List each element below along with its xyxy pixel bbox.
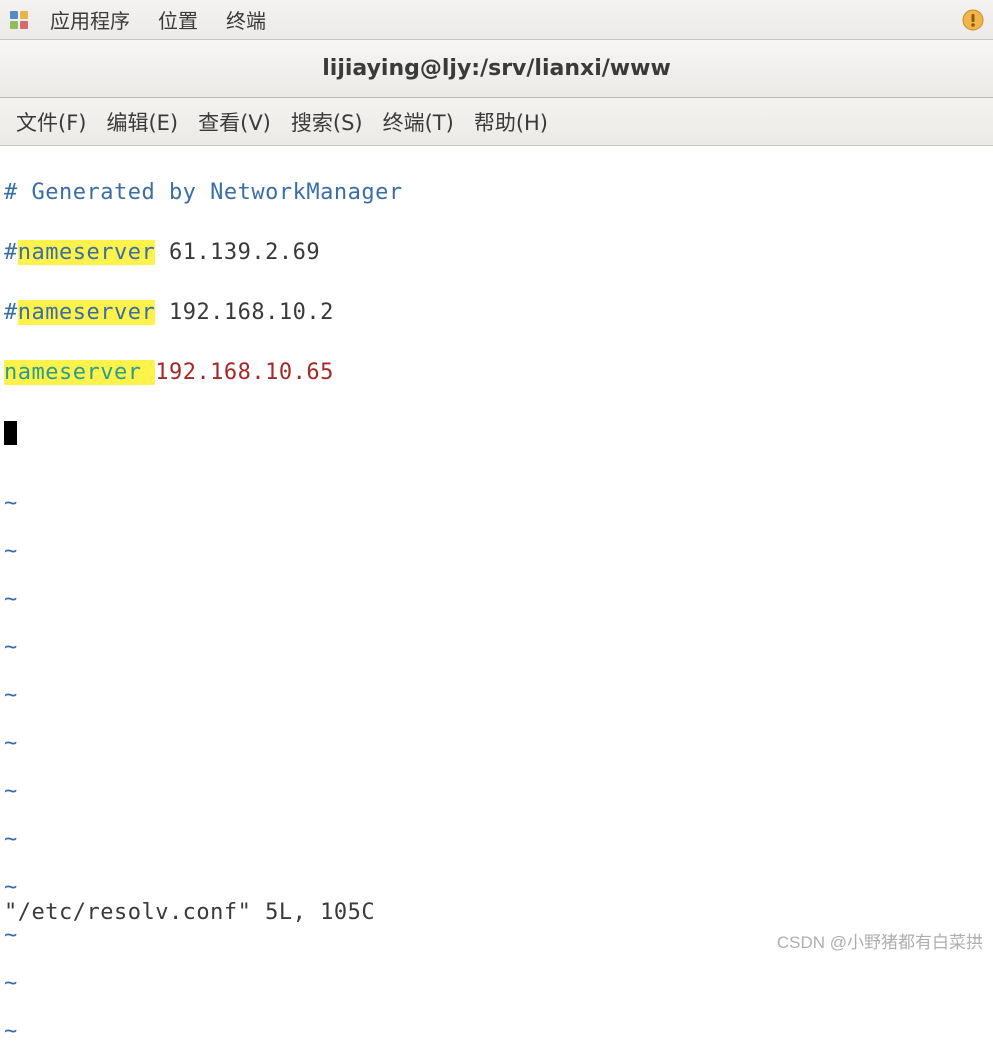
watermark: CSDN @小野猪都有白菜拱 bbox=[777, 928, 983, 953]
space-highlight bbox=[141, 360, 155, 385]
menu-terminal[interactable]: 终端(T) bbox=[373, 101, 464, 143]
ip-value: 192.168.10.2 bbox=[155, 300, 334, 325]
vim-status-line: "/etc/resolv.conf" 5L, 105C bbox=[4, 900, 375, 925]
window-title: lijiaying@ljy:/srv/lianxi/www bbox=[322, 56, 671, 81]
desktop-top-panel: 应用程序 位置 终端 bbox=[0, 0, 993, 40]
panel-applications[interactable]: 应用程序 bbox=[36, 1, 144, 38]
vim-tilde: ~ bbox=[4, 624, 989, 672]
terminal-menu-bar: 文件(F) 编辑(E) 查看(V) 搜索(S) 终端(T) 帮助(H) bbox=[0, 98, 993, 146]
vim-tilde: ~ bbox=[4, 528, 989, 576]
ip-value-active: 192.168.10.65 bbox=[155, 360, 334, 385]
tray-warning-icon[interactable] bbox=[961, 8, 985, 32]
menu-view[interactable]: 查看(V) bbox=[188, 101, 281, 143]
cursor bbox=[4, 421, 17, 445]
applications-icon bbox=[8, 9, 30, 31]
vim-tilde: ~ bbox=[4, 672, 989, 720]
vim-tilde: ~ bbox=[4, 480, 989, 528]
vim-tilde: ~ bbox=[4, 720, 989, 768]
menu-edit[interactable]: 编辑(E) bbox=[96, 101, 188, 143]
window-title-bar: lijiaying@ljy:/srv/lianxi/www bbox=[0, 40, 993, 98]
nameserver-highlight: nameserver bbox=[18, 240, 155, 265]
nameserver-highlight: nameserver bbox=[18, 300, 155, 325]
terminal-content[interactable]: # Generated by NetworkManager #nameserve… bbox=[0, 146, 993, 480]
vim-tilde: ~ bbox=[4, 576, 989, 624]
ip-value: 61.139.2.69 bbox=[155, 240, 320, 265]
hash-prefix: # bbox=[4, 240, 18, 265]
vim-tilde: ~ bbox=[4, 768, 989, 816]
panel-terminal[interactable]: 终端 bbox=[212, 1, 280, 38]
panel-places[interactable]: 位置 bbox=[144, 1, 212, 38]
menu-file[interactable]: 文件(F) bbox=[6, 101, 96, 143]
nameserver-highlight: nameserver bbox=[4, 360, 141, 385]
vim-tilde: ~ bbox=[4, 816, 989, 864]
vim-empty-lines: ~ ~ ~ ~ ~ ~ ~ ~ ~ ~ ~ ~ bbox=[0, 480, 993, 1056]
menu-search[interactable]: 搜索(S) bbox=[281, 101, 373, 143]
menu-help[interactable]: 帮助(H) bbox=[464, 101, 558, 143]
vim-tilde: ~ bbox=[4, 960, 989, 1008]
comment-line: # Generated by NetworkManager bbox=[4, 180, 403, 205]
hash-prefix: # bbox=[4, 300, 18, 325]
vim-tilde: ~ bbox=[4, 1008, 989, 1056]
